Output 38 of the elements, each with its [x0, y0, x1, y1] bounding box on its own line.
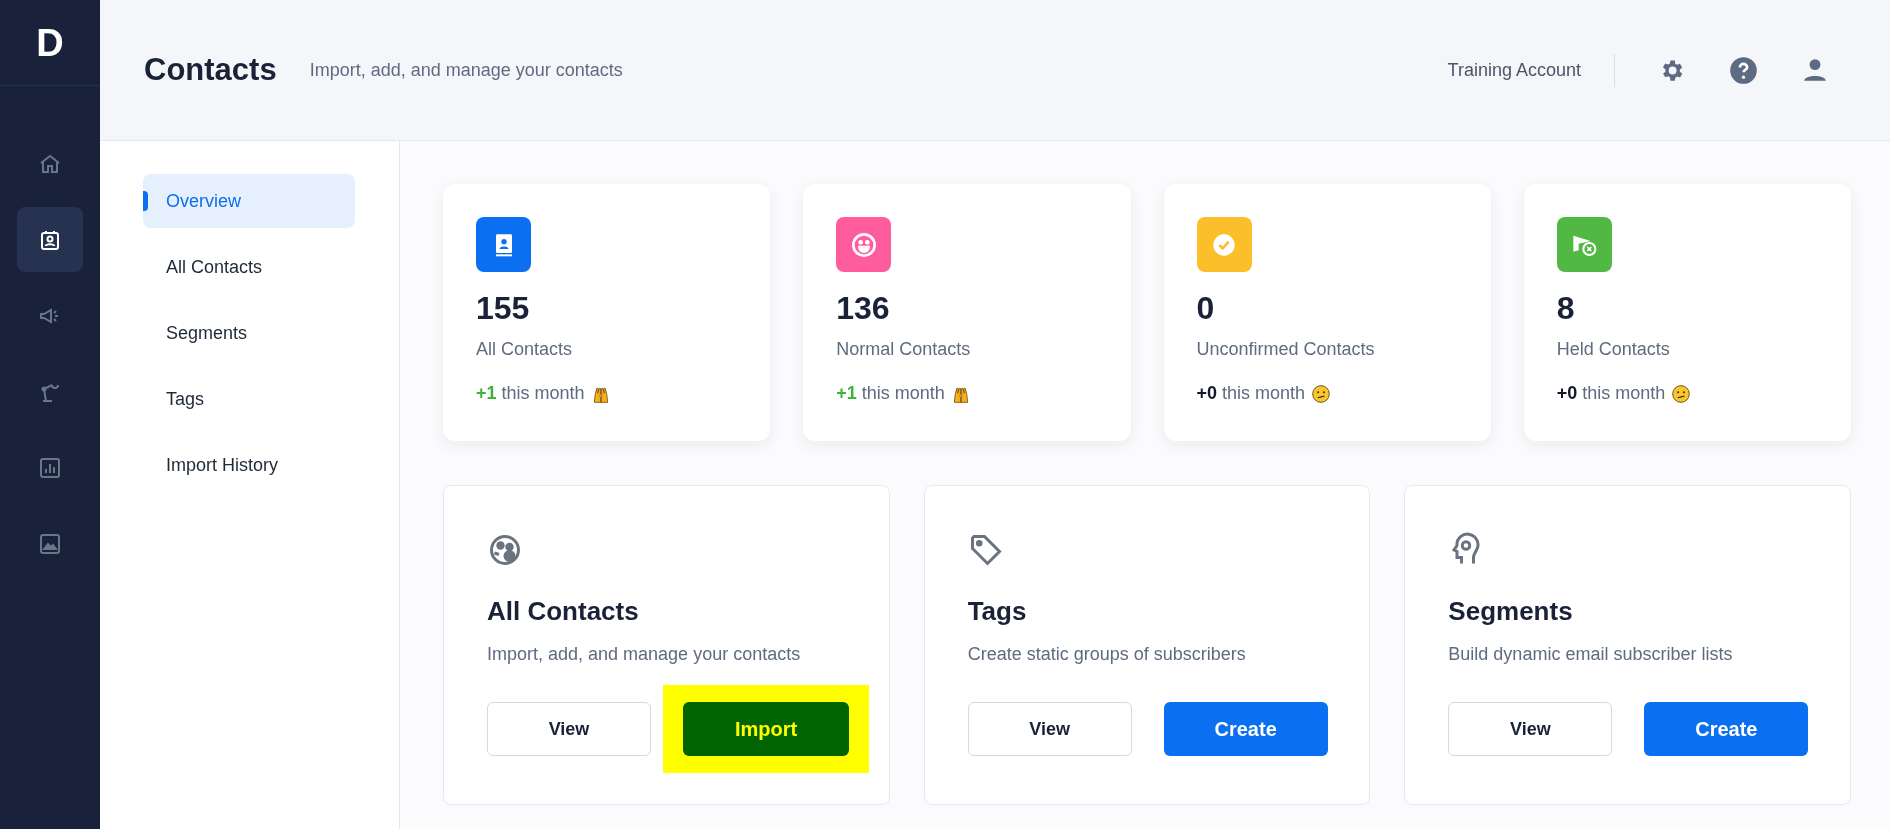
user-icon[interactable] — [1802, 57, 1828, 83]
card-title: All Contacts — [487, 595, 640, 628]
secondary-button[interactable]: View — [1448, 702, 1613, 756]
stat-label: Unconfirmed Contacts — [1196, 338, 1376, 361]
page-title: Contacts — [144, 50, 277, 89]
stat-label: Held Contacts — [1556, 338, 1671, 361]
primary-button[interactable]: Import — [683, 702, 849, 756]
app-logo[interactable]: D — [36, 23, 64, 62]
confused-face-icon — [1671, 383, 1692, 404]
help-icon[interactable] — [1729, 55, 1758, 85]
primary-button[interactable]: Create — [1644, 702, 1809, 756]
stat-value: 8 — [1556, 292, 1576, 324]
card-description: Import, add, and manage your contacts — [487, 643, 802, 666]
monthly-change: +1 this month — [476, 382, 585, 405]
secondary-button[interactable]: View — [967, 702, 1132, 756]
stat-label: All Contacts — [476, 338, 574, 361]
subnav-item[interactable]: Import History — [143, 438, 355, 492]
secondary-button[interactable]: View — [487, 702, 651, 756]
stat-value: 0 — [1196, 292, 1216, 324]
page-subtitle: Import, add, and manage your contacts — [309, 58, 623, 82]
stat-label: Normal Contacts — [836, 338, 972, 361]
contact-card-icon[interactable] — [17, 207, 83, 272]
stat-value: 136 — [836, 292, 891, 324]
stat-value: 155 — [476, 292, 531, 324]
monthly-change: +0 this month — [1196, 382, 1306, 405]
monthly-change: +1 this month — [836, 382, 945, 405]
card-title: Segments — [1448, 595, 1574, 628]
primary-button[interactable]: Create — [1163, 702, 1328, 756]
card-title: Tags — [967, 595, 1028, 628]
subnav-item[interactable]: All Contacts — [143, 240, 355, 294]
monthly-change: +0 this month — [1556, 382, 1666, 405]
card-description: Create static groups of subscribers — [967, 643, 1247, 666]
account-name[interactable]: Training Account — [1447, 56, 1581, 84]
confused-face-icon — [1311, 383, 1332, 404]
subnav-item[interactable]: Overview — [143, 174, 355, 228]
subnav-item[interactable]: Tags — [143, 372, 355, 426]
subnav-item[interactable]: Segments — [143, 306, 355, 360]
card-description: Build dynamic email subscriber lists — [1448, 643, 1734, 666]
